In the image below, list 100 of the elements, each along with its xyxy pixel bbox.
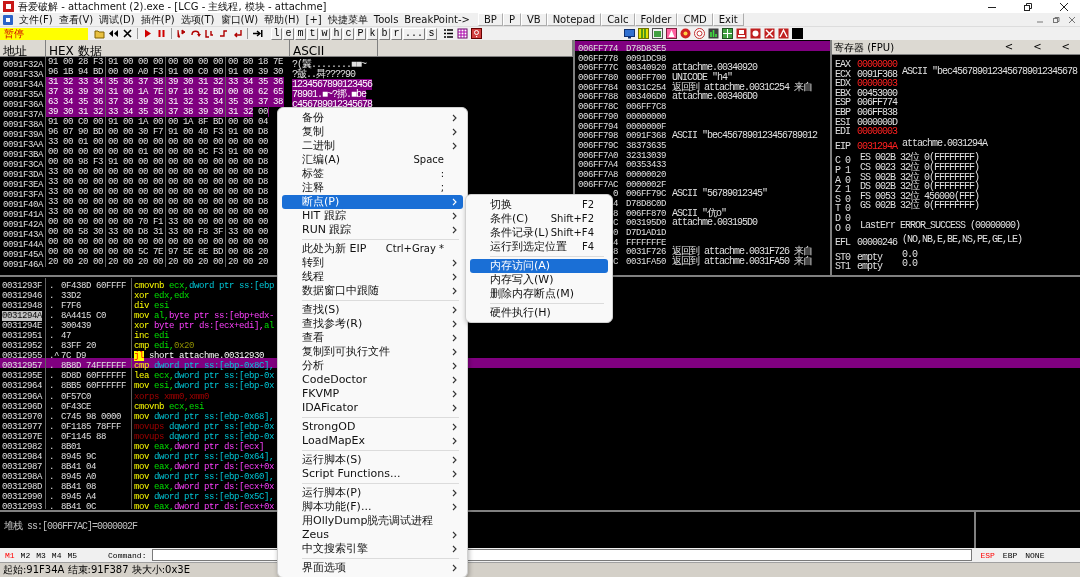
toolbar-button[interactable]: BP — [478, 13, 503, 26]
letter-button[interactable]: P — [355, 27, 366, 40]
menu-item[interactable]: 复制到可执行文件 — [282, 345, 463, 359]
menu-item[interactable]: LoadMapEx — [282, 434, 463, 448]
close-icon[interactable] — [122, 28, 133, 39]
menu-item[interactable]: 线程 — [282, 270, 463, 284]
marker-tab[interactable]: M3 — [35, 550, 47, 560]
menu-bar-item[interactable]: 帮助(H) — [264, 13, 300, 26]
menu-item[interactable]: 此处为新 EIP Ctrl+Gray * — [282, 242, 463, 256]
menu-item[interactable]: 条件(C) Shift+F2 — [470, 212, 608, 226]
menu-item[interactable]: 运行脚本(S) — [282, 453, 463, 467]
previous-button[interactable]: < — [1055, 42, 1076, 52]
menu-item[interactable]: CodeDoctor — [282, 373, 463, 387]
monitor-icon[interactable] — [624, 28, 635, 39]
menu-item[interactable]: Script Functions... — [282, 467, 463, 481]
menu-item[interactable]: 注释 ; — [282, 181, 463, 195]
menu-item[interactable]: 内存写入(W) — [470, 273, 608, 287]
menu-bar-item[interactable]: 文件(F) — [19, 13, 53, 26]
menu-item[interactable]: 断点(P) — [282, 195, 463, 209]
toolbar-button[interactable]: Notepad — [546, 13, 602, 26]
letter-button[interactable]: w — [319, 27, 330, 40]
menu-bar-item[interactable]: 快捷菜单 — [327, 13, 368, 26]
menu-bar-item[interactable]: Tools — [373, 13, 399, 26]
menu-item[interactable]: 二进制 — [282, 139, 463, 153]
marker-tab[interactable]: M2 — [19, 550, 32, 560]
menu-item[interactable]: FKVMP — [282, 387, 463, 401]
menu-item[interactable]: IDAFicator — [282, 401, 463, 415]
menu-item[interactable]: 内存访问(A) — [470, 259, 608, 273]
letter-button[interactable]: e — [283, 27, 294, 40]
marker-tab[interactable]: M1 — [4, 550, 16, 560]
menu-bar-item[interactable]: [+] — [305, 13, 322, 26]
menu-item[interactable]: HIT 跟踪 — [282, 209, 463, 223]
menu-item[interactable]: 运行脚本(P) — [282, 486, 463, 500]
letter-button[interactable]: r — [391, 27, 402, 40]
letter-button[interactable]: c — [343, 27, 354, 40]
bars-icon[interactable] — [708, 28, 719, 39]
letter-button[interactable]: b — [379, 27, 390, 40]
menu-item[interactable]: StrongOD — [282, 420, 463, 434]
menu-bar-item[interactable]: 查看(V) — [58, 13, 94, 26]
grid-icon[interactable] — [457, 28, 468, 39]
menu-bar-item[interactable]: 窗口(W) — [220, 13, 259, 26]
column-header[interactable]: ASCII — [290, 43, 325, 59]
menu-item[interactable]: 条件记录(L) Shift+F4 — [470, 226, 608, 240]
grid-icon[interactable] — [722, 28, 733, 39]
menu-item[interactable]: 转到 — [282, 256, 463, 270]
pause-icon[interactable] — [156, 28, 167, 39]
marker-tab[interactable]: M4 — [50, 550, 63, 560]
menu-item[interactable]: 界面选项 — [282, 561, 463, 575]
menu-item[interactable]: 用OllyDump脱壳调试进程 — [282, 514, 463, 528]
list-icon[interactable] — [443, 28, 454, 39]
menu-item[interactable]: 运行到选定位置 F4 — [470, 240, 608, 254]
toolbar-button[interactable]: CMD — [677, 13, 713, 26]
register-toggle[interactable]: ESP — [980, 550, 995, 560]
menu-item[interactable]: Zeus — [282, 528, 463, 542]
previous-button[interactable]: < — [1027, 42, 1048, 52]
goto-icon[interactable] — [252, 28, 263, 39]
letter-button[interactable]: h — [331, 27, 342, 40]
register-toggle[interactable]: NONE — [1025, 550, 1045, 560]
menu-item[interactable]: 查找(S) — [282, 303, 463, 317]
target-icon[interactable] — [694, 28, 705, 39]
menu-item[interactable]: 汇编(A) Space — [282, 153, 463, 167]
menu-item[interactable]: 中文搜索引擎 — [282, 542, 463, 556]
letter-button[interactable]: t — [307, 27, 318, 40]
letter-button[interactable]: ... — [403, 27, 425, 40]
menu-item[interactable]: 分析 — [282, 359, 463, 373]
restore-icon[interactable] — [1023, 1, 1033, 12]
menu-item[interactable]: 切换 F2 — [470, 198, 608, 212]
menu-item[interactable]: 硬件执行(H) — [470, 306, 608, 320]
toolbar-button[interactable]: Folder — [634, 13, 678, 26]
marker-tab[interactable]: M5 — [66, 550, 79, 560]
menu-bar-item[interactable]: 调试(D) — [99, 13, 135, 26]
toolbar-button[interactable]: VB — [520, 13, 547, 26]
close-icon[interactable] — [1059, 1, 1069, 12]
menu-item[interactable]: 备份 — [282, 111, 463, 125]
window-icon[interactable] — [652, 28, 663, 39]
menu-item[interactable]: 删除内存断点(M) — [470, 287, 608, 301]
toolbar-button[interactable]: Exit — [712, 13, 744, 26]
menu-bar-item[interactable]: 选项(T) — [180, 13, 215, 26]
column-header[interactable]: HEX 数据 — [46, 43, 102, 59]
letter-button[interactable]: l — [271, 27, 282, 40]
menu-item[interactable]: 查找参考(R) — [282, 317, 463, 331]
menu-item[interactable]: 查看 — [282, 331, 463, 345]
return-icon[interactable] — [232, 28, 243, 39]
columns-icon[interactable] — [638, 28, 649, 39]
letter-button[interactable]: s — [426, 27, 437, 40]
menu-item[interactable]: 数据窗口中跟随 — [282, 284, 463, 298]
letter-button[interactable]: m — [295, 27, 306, 40]
toolbar-button[interactable]: Calc — [601, 13, 635, 26]
menu-bar-item[interactable]: 插件(P) — [140, 13, 175, 26]
menu-item[interactable]: 脚本功能(F)... — [282, 500, 463, 514]
column-header[interactable]: 地址 — [0, 43, 27, 59]
letter-button[interactable]: k — [367, 27, 378, 40]
menu-item[interactable]: 复制 — [282, 125, 463, 139]
triangle-icon[interactable] — [666, 28, 677, 39]
menu-bar-item[interactable]: BreakPoint-> — [404, 13, 470, 26]
register-toggle[interactable]: EBP — [1002, 550, 1018, 560]
menu-item[interactable]: 标签 : — [282, 167, 463, 181]
dot-icon[interactable] — [680, 28, 691, 39]
previous-button[interactable]: < — [998, 42, 1020, 52]
menu-item[interactable]: RUN 跟踪 — [282, 223, 463, 237]
